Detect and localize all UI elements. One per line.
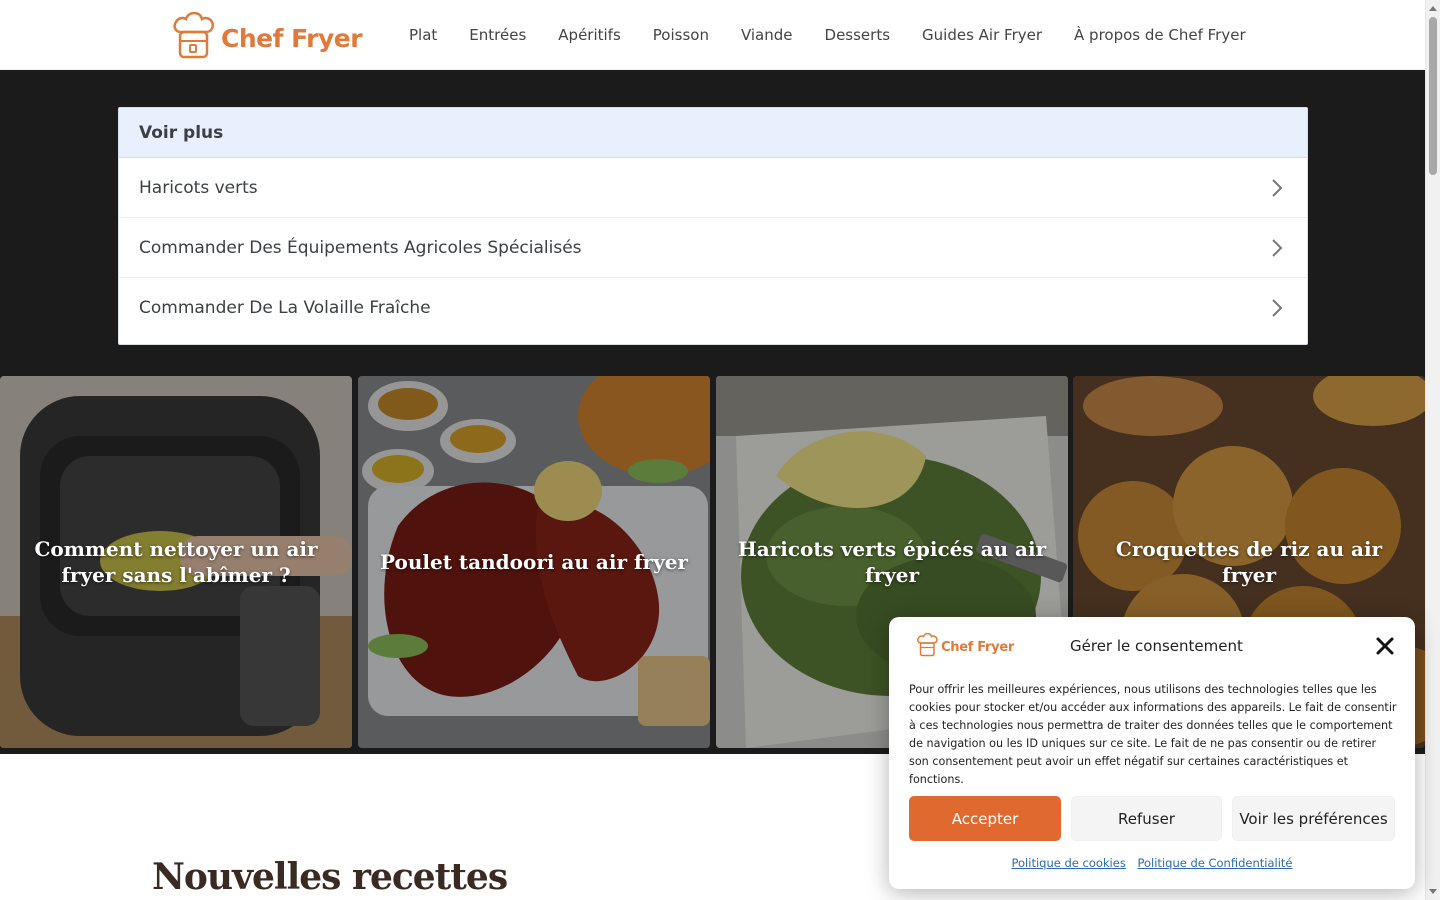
close-icon[interactable] [1375, 636, 1395, 656]
nav-item-viande[interactable]: Viande [725, 26, 809, 44]
recipe-card[interactable]: Comment nettoyer un air fryer sans l'abî… [0, 376, 352, 748]
related-search-item[interactable]: Commander De La Volaille Fraîche [119, 278, 1307, 338]
cookie-consent-dialog: Chef Fryer Gérer le consentement Pour of… [889, 617, 1415, 889]
nav-item-plat[interactable]: Plat [393, 26, 453, 44]
privacy-policy-link[interactable]: Politique de Confidentialité [1137, 856, 1292, 870]
scroll-up-arrow-icon[interactable] [1429, 6, 1437, 11]
page-scrollbar[interactable] [1425, 0, 1440, 900]
logo-text: Chef Fryer [221, 23, 363, 53]
chef-hat-icon [916, 632, 938, 661]
consent-links: Politique de cookies Politique de Confid… [889, 856, 1415, 870]
main-nav: Plat Entrées Apéritifs Poisson Viande De… [393, 0, 1262, 70]
consent-description: Pour offrir les meilleures expériences, … [909, 683, 1397, 786]
view-preferences-button[interactable]: Voir les préférences [1232, 796, 1395, 841]
chevron-right-icon [1247, 158, 1307, 218]
scroll-down-arrow-icon[interactable] [1429, 889, 1437, 894]
consent-logo-text: Chef Fryer [941, 639, 1014, 655]
related-search-label: Commander De La Volaille Fraîche [139, 298, 431, 318]
recipe-card[interactable]: Poulet tandoori au air fryer [358, 376, 710, 748]
scrollbar-thumb[interactable] [1429, 17, 1437, 175]
related-search-label: Commander Des Équipements Agricoles Spéc… [139, 237, 582, 258]
refuse-button[interactable]: Refuser [1071, 796, 1222, 841]
consent-logo: Chef Fryer [916, 632, 1014, 661]
accept-button[interactable]: Accepter [909, 796, 1061, 841]
related-search-label: Haricots verts [139, 177, 258, 198]
site-header: Chef Fryer Plat Entrées Apéritifs Poisso… [0, 0, 1425, 70]
chevron-right-icon [1247, 278, 1307, 338]
related-search-item[interactable]: Commander Des Équipements Agricoles Spéc… [119, 218, 1307, 278]
nav-item-guides[interactable]: Guides Air Fryer [906, 26, 1058, 44]
chef-hat-icon [171, 11, 215, 64]
nav-item-about[interactable]: À propos de Chef Fryer [1058, 26, 1262, 44]
card-title: Poulet tandoori au air fryer [380, 550, 688, 574]
nav-item-poisson[interactable]: Poisson [637, 26, 725, 44]
card-title: Comment nettoyer un air fryer sans l'abî… [34, 537, 318, 587]
nav-item-entrees[interactable]: Entrées [453, 26, 542, 44]
related-searches-title: Voir plus [119, 108, 1307, 158]
related-search-item[interactable]: Haricots verts [119, 158, 1307, 218]
chevron-right-icon [1247, 218, 1307, 278]
nav-item-aperitifs[interactable]: Apéritifs [542, 26, 637, 44]
site-logo[interactable]: Chef Fryer [171, 11, 363, 64]
nav-item-desserts[interactable]: Desserts [809, 26, 907, 44]
related-searches-box: Voir plus Haricots verts Commander Des É… [118, 107, 1308, 345]
consent-title: Gérer le consentement [1070, 637, 1243, 655]
section-title: Nouvelles recettes [152, 856, 508, 898]
cookie-policy-link[interactable]: Politique de cookies [1012, 856, 1126, 870]
